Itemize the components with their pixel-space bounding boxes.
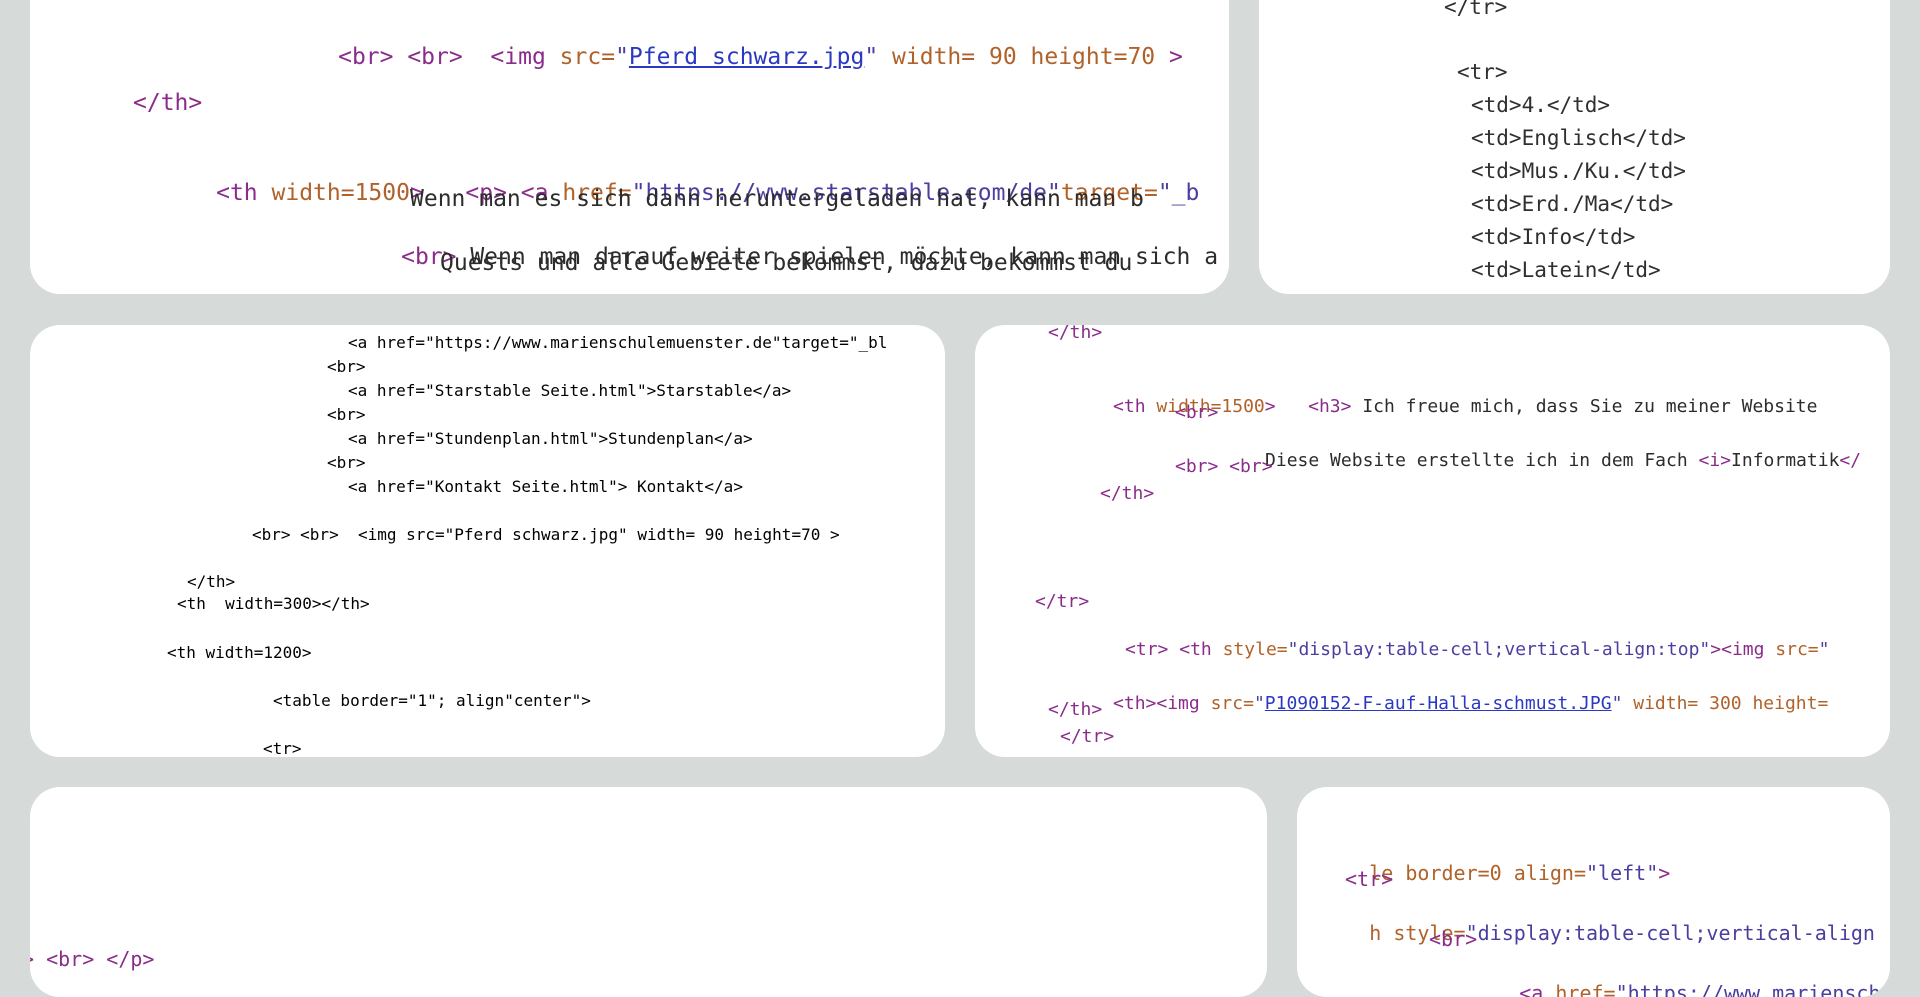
code-line: <br> <br> <img src="Pferd schwarz.jpg" w… <box>338 44 1183 70</box>
code-line: </th> <box>1048 699 1103 720</box>
code-view: </tr> <tr> <td>4.</td> <td>Englisch</td>… <box>1259 0 1890 294</box>
code-line: </th> <box>1048 325 1103 343</box>
code-line: </tr> <box>1444 0 1508 19</box>
code-line: <a href="https://www.marienschule <box>1519 981 1890 997</box>
code-line: <th width=300></th> <box>177 594 370 613</box>
code-view: le border=0 align="left"> <tr> h style="… <box>1297 787 1890 997</box>
code-line: <th width=1200> <box>167 643 312 662</box>
code-line: </th> <box>1100 483 1155 504</box>
code-panel-middle-left: <a href="https://www.marienschulemuenste… <box>30 325 945 757</box>
code-line: <tr> <box>263 739 302 757</box>
code-line: </tr> <box>1035 591 1090 612</box>
code-line: > <br> </p> <box>30 947 155 971</box>
code-line: Diese Website erstellte ich in dem Fach … <box>1265 450 1862 471</box>
code-view: <br> <br> <img src="Pferd schwarz.jpg" w… <box>30 0 1229 294</box>
code-line: <th><img src="P1090152-F-auf-Halla-schmu… <box>1113 693 1829 714</box>
code-line: <table border="1"; align"center"> <box>273 691 591 710</box>
code-line: <br> <box>1429 927 1478 951</box>
code-line: <a href="https://www.marienschulemuenste… <box>348 333 888 352</box>
code-line: <a href="Kontakt Seite.html"> Kontakt</a… <box>348 477 743 496</box>
code-line: <br> <box>327 405 366 424</box>
code-line: <br> <box>327 453 366 472</box>
code-line: <br> <br> <box>1175 456 1273 477</box>
code-panel-top-right: </tr> <tr> <td>4.</td> <td>Englisch</td>… <box>1259 0 1890 294</box>
code-line: Wenn man es sich dann heruntergeladen ha… <box>410 186 1144 212</box>
code-line: <a href="Stundenplan.html">Stundenplan</… <box>348 429 753 448</box>
code-line: <td>Erd./Ma</td> <box>1471 192 1674 216</box>
code-line: </th> <box>133 90 203 116</box>
code-line: <tr> <box>1345 867 1394 891</box>
code-line: <td>Mus./Ku.</td> <box>1471 159 1686 183</box>
code-view: </th> <th width=1500> <h3> Ich freue mic… <box>975 325 1890 757</box>
code-line: <br> <box>1175 402 1219 423</box>
image-link[interactable]: Pferd schwarz.jpg <box>629 44 864 70</box>
code-line: <tr> <box>1457 60 1508 84</box>
code-line: <br> <box>327 357 366 376</box>
code-panel-bottom-left: > <br> </p> <box>30 787 1267 997</box>
code-line: </tr> <box>1060 726 1115 747</box>
code-line: <a href="Starstable Seite.html">Starstab… <box>348 381 792 400</box>
code-view: <a href="https://www.marienschulemuenste… <box>30 325 945 757</box>
code-line: Quests und alle Gebiete bekommst, dazu b… <box>440 250 1133 276</box>
code-line: <td>Latein</td> <box>1471 258 1661 282</box>
code-line: <td>Englisch</td> <box>1471 126 1686 150</box>
code-line: </th> <box>187 572 236 591</box>
image-link[interactable]: P1090152-F-auf-Halla-schmust.JPG <box>1265 693 1612 714</box>
code-view: > <br> </p> <box>30 787 1267 997</box>
code-panel-bottom-right: le border=0 align="left"> <tr> h style="… <box>1297 787 1890 997</box>
code-line: <td>4.</td> <box>1471 93 1611 117</box>
code-panel-top-left: <br> <br> <img src="Pferd schwarz.jpg" w… <box>30 0 1229 294</box>
code-line: <br> <br> <img src="Pferd schwarz.jpg" w… <box>252 525 840 544</box>
code-line: <td>Info</td> <box>1471 225 1636 249</box>
code-panel-middle-right: </th> <th width=1500> <h3> Ich freue mic… <box>975 325 1890 757</box>
